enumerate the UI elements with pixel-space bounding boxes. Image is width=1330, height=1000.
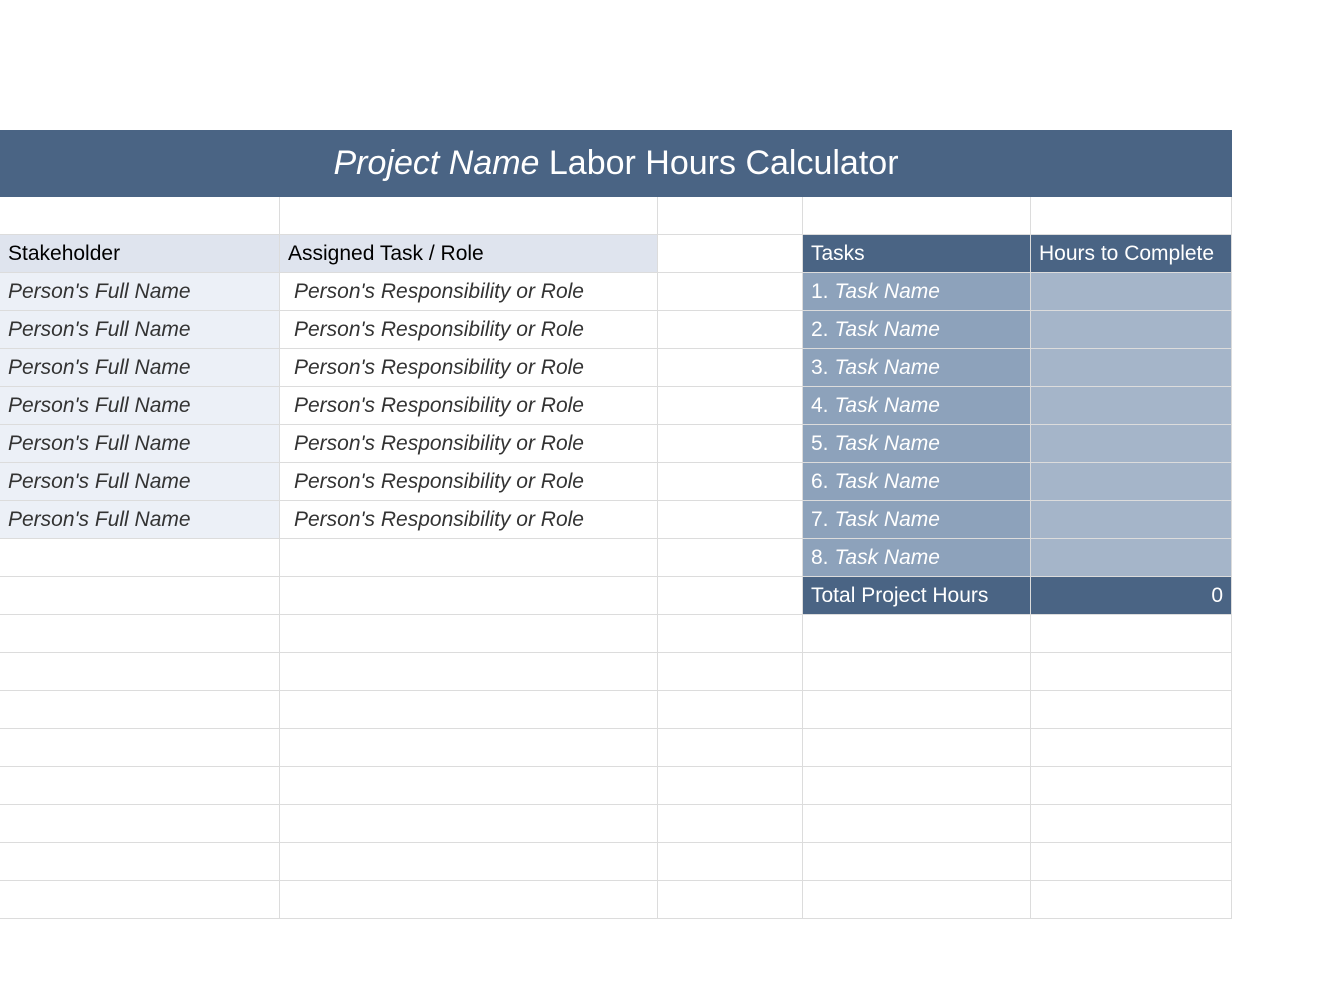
empty-cell[interactable] (0, 729, 280, 767)
empty-cell[interactable] (280, 615, 658, 653)
empty-cell[interactable] (803, 805, 1031, 843)
empty-cell[interactable] (803, 653, 1031, 691)
empty-cell[interactable] (0, 881, 280, 919)
hours-cell[interactable] (1031, 349, 1232, 387)
empty-cell[interactable] (658, 767, 803, 805)
total-value-cell[interactable]: 0 (1031, 577, 1232, 615)
empty-cell[interactable] (658, 691, 803, 729)
empty-cell[interactable] (658, 273, 803, 311)
task-cell[interactable]: 1.Task Name (803, 273, 1031, 311)
empty-cell[interactable] (658, 501, 803, 539)
stakeholder-role-cell[interactable]: Person's Responsibility or Role (280, 349, 658, 387)
empty-cell[interactable] (658, 843, 803, 881)
title-prefix: Project Name (333, 144, 539, 182)
empty-cell[interactable] (1031, 615, 1232, 653)
empty-cell[interactable] (803, 881, 1031, 919)
empty-cell[interactable] (658, 577, 803, 615)
hours-cell[interactable] (1031, 539, 1232, 577)
stakeholder-role-cell[interactable]: Person's Responsibility or Role (280, 311, 658, 349)
task-cell[interactable]: 6.Task Name (803, 463, 1031, 501)
spacer-cell[interactable] (280, 197, 658, 235)
empty-cell[interactable] (1031, 881, 1232, 919)
empty-cell[interactable] (0, 577, 280, 615)
stakeholder-name-cell[interactable]: Person's Full Name (0, 425, 280, 463)
empty-cell[interactable] (280, 691, 658, 729)
header-assigned-task[interactable]: Assigned Task / Role (280, 235, 658, 273)
stakeholder-name-cell[interactable]: Person's Full Name (0, 387, 280, 425)
empty-cell[interactable] (280, 805, 658, 843)
spacer-cell[interactable] (0, 197, 280, 235)
stakeholder-role-cell[interactable]: Person's Responsibility or Role (280, 425, 658, 463)
stakeholder-name-cell[interactable]: Person's Full Name (0, 349, 280, 387)
empty-cell[interactable] (0, 767, 280, 805)
empty-cell[interactable] (1031, 805, 1232, 843)
empty-cell[interactable] (658, 653, 803, 691)
empty-cell[interactable] (1031, 843, 1232, 881)
empty-cell[interactable] (658, 387, 803, 425)
empty-cell[interactable] (803, 767, 1031, 805)
empty-cell[interactable] (658, 349, 803, 387)
header-hours[interactable]: Hours to Complete (1031, 235, 1232, 273)
stakeholder-role-cell[interactable]: Person's Responsibility or Role (280, 463, 658, 501)
task-cell[interactable]: 3.Task Name (803, 349, 1031, 387)
stakeholder-name-cell[interactable]: Person's Full Name (0, 311, 280, 349)
empty-cell[interactable] (0, 615, 280, 653)
empty-cell[interactable] (1031, 767, 1232, 805)
spacer-cell[interactable] (1031, 197, 1232, 235)
task-cell[interactable]: 2.Task Name (803, 311, 1031, 349)
empty-cell[interactable] (0, 539, 280, 577)
stakeholder-name-cell[interactable]: Person's Full Name (0, 463, 280, 501)
empty-cell[interactable] (658, 539, 803, 577)
stakeholder-name-cell[interactable]: Person's Full Name (0, 273, 280, 311)
stakeholder-role-cell[interactable]: Person's Responsibility or Role (280, 273, 658, 311)
stakeholder-name-cell[interactable]: Person's Full Name (0, 501, 280, 539)
empty-cell[interactable] (0, 805, 280, 843)
empty-cell[interactable] (803, 691, 1031, 729)
hours-cell[interactable] (1031, 425, 1232, 463)
header-tasks[interactable]: Tasks (803, 235, 1031, 273)
empty-cell[interactable] (658, 463, 803, 501)
empty-cell[interactable] (1031, 729, 1232, 767)
task-cell[interactable]: 4.Task Name (803, 387, 1031, 425)
hours-cell[interactable] (1031, 387, 1232, 425)
stakeholder-role-cell[interactable]: Person's Responsibility or Role (280, 387, 658, 425)
empty-cell[interactable] (803, 615, 1031, 653)
spacer-cell[interactable] (658, 197, 803, 235)
empty-cell[interactable] (658, 235, 803, 273)
spacer-cell[interactable] (803, 197, 1031, 235)
empty-cell[interactable] (658, 729, 803, 767)
hours-cell[interactable] (1031, 311, 1232, 349)
task-cell[interactable]: 8.Task Name (803, 539, 1031, 577)
task-cell[interactable]: 5.Task Name (803, 425, 1031, 463)
empty-cell[interactable] (0, 843, 280, 881)
empty-cell[interactable] (658, 311, 803, 349)
empty-cell[interactable] (1031, 653, 1232, 691)
empty-cell[interactable] (280, 881, 658, 919)
empty-cell[interactable] (658, 425, 803, 463)
empty-cell[interactable] (803, 729, 1031, 767)
empty-cell[interactable] (280, 539, 658, 577)
total-label-cell[interactable]: Total Project Hours (803, 577, 1031, 615)
empty-cell[interactable] (1031, 691, 1232, 729)
header-stakeholder[interactable]: Stakeholder (0, 235, 280, 273)
empty-cell[interactable] (803, 843, 1031, 881)
hours-cell[interactable] (1031, 463, 1232, 501)
title-rest: Labor Hours Calculator (539, 144, 898, 182)
empty-cell[interactable] (280, 767, 658, 805)
hours-cell[interactable] (1031, 501, 1232, 539)
empty-cell[interactable] (280, 653, 658, 691)
empty-cell[interactable] (280, 843, 658, 881)
empty-cell[interactable] (0, 691, 280, 729)
empty-cell[interactable] (280, 729, 658, 767)
empty-cell[interactable] (658, 805, 803, 843)
empty-cell[interactable] (658, 881, 803, 919)
stakeholder-role-cell[interactable]: Person's Responsibility or Role (280, 501, 658, 539)
spreadsheet-grid: Stakeholder Assigned Task / Role Tasks H… (0, 197, 1232, 919)
task-cell[interactable]: 7.Task Name (803, 501, 1031, 539)
empty-cell[interactable] (280, 577, 658, 615)
hours-cell[interactable] (1031, 273, 1232, 311)
empty-cell[interactable] (0, 653, 280, 691)
page-title: Project Name Labor Hours Calculator (0, 130, 1232, 197)
empty-cell[interactable] (658, 615, 803, 653)
